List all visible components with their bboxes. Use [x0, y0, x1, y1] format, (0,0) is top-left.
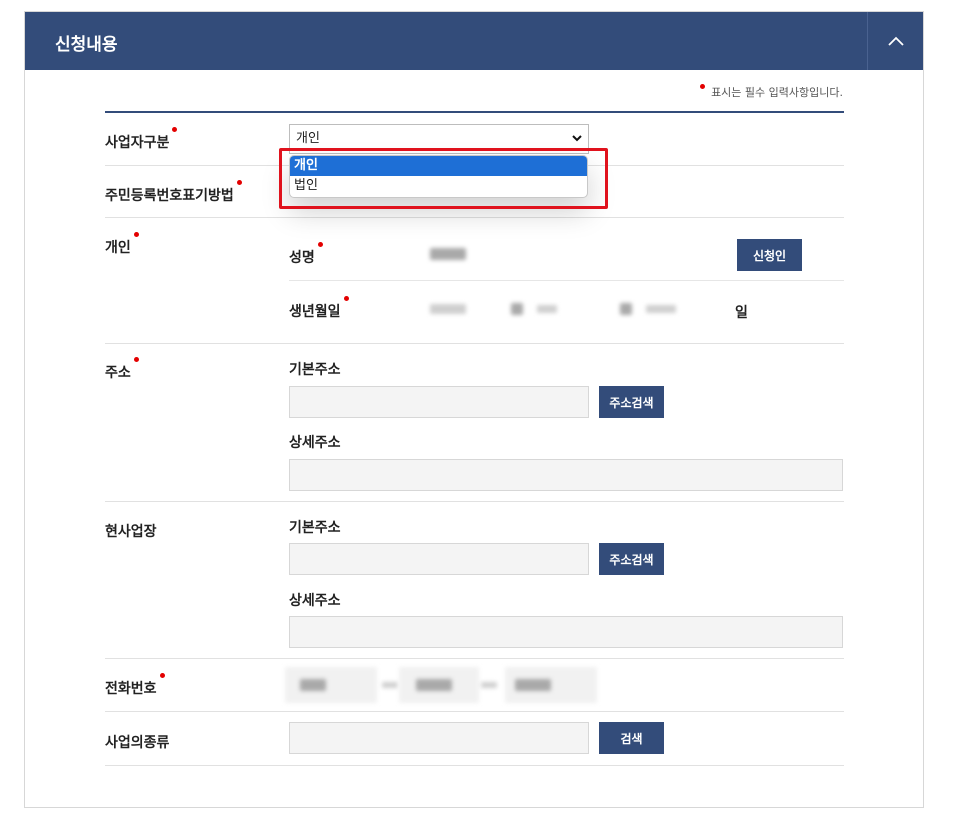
- address-label: 주소: [105, 357, 139, 382]
- dropdown-highlight-box: [279, 148, 608, 209]
- business-kind-search-button[interactable]: 검색: [599, 722, 664, 754]
- phone-part-1: [285, 667, 377, 703]
- panel-title: 신청내용: [55, 35, 118, 55]
- application-panel: 신청내용 표시는 필수 입력사항입니다. 사업자구분 개인 주민등록번호표기방법: [24, 11, 924, 808]
- business-type-label: 사업자구분: [105, 127, 178, 152]
- name-label: 성명: [289, 242, 323, 267]
- phone-dash-1: [382, 682, 398, 688]
- site-detail-address-input[interactable]: [289, 616, 843, 648]
- birth-day-value: [620, 303, 632, 315]
- site-address-search-button[interactable]: 주소검색: [599, 543, 664, 575]
- business-kind-label: 사업의종류: [105, 735, 170, 751]
- detail-address-label: 상세주소: [289, 435, 341, 451]
- phone-part-2-value: [416, 679, 452, 691]
- collapse-button[interactable]: [867, 12, 923, 70]
- birth-year-value: [430, 304, 466, 314]
- divider: [289, 280, 844, 281]
- birth-month-suffix: [537, 305, 557, 313]
- name-value: [430, 248, 466, 260]
- row-business-kind: 사업의종류 검색: [105, 712, 844, 766]
- panel-header: 신청내용: [25, 12, 923, 70]
- birth-month-value: [511, 303, 523, 315]
- chevron-down-icon: [572, 135, 582, 142]
- business-site-label: 현사업장: [105, 524, 157, 540]
- site-basic-address-input[interactable]: [289, 543, 589, 575]
- day-suffix: 일: [735, 305, 748, 321]
- birth-day-extra: [646, 305, 676, 313]
- basic-address-label: 기본주소: [289, 362, 341, 378]
- row-individual: 개인 성명 신청인 생년월일 일: [105, 218, 844, 344]
- birth-label: 생년월일: [289, 296, 349, 321]
- chevron-up-icon: [887, 36, 904, 46]
- phone-dash-2: [481, 682, 497, 688]
- business-kind-input[interactable]: [289, 722, 589, 754]
- phone-part-3-value: [515, 679, 551, 691]
- detail-address-input[interactable]: [289, 459, 843, 491]
- required-note: 표시는 필수 입력사항입니다.: [700, 84, 843, 100]
- row-address: 주소 기본주소 주소검색 상세주소: [105, 344, 844, 502]
- basic-address-input[interactable]: [289, 386, 589, 418]
- individual-label: 개인: [105, 232, 139, 257]
- row-phone: 전화번호: [105, 659, 844, 712]
- site-detail-address-label: 상세주소: [289, 593, 341, 609]
- resident-number-label: 주민등록번호표기방법: [105, 180, 242, 205]
- row-business-site: 현사업장 기본주소 주소검색 상세주소: [105, 502, 844, 659]
- form-table: 사업자구분 개인 주민등록번호표기방법 개인 성명 신청인 생년월일 일 주소 …: [105, 111, 844, 766]
- phone-part-1-value: [300, 679, 326, 691]
- applicant-button[interactable]: 신청인: [737, 239, 802, 271]
- phone-label: 전화번호: [105, 673, 165, 698]
- site-basic-address-label: 기본주소: [289, 520, 341, 536]
- required-dot: [700, 84, 706, 89]
- address-search-button[interactable]: 주소검색: [599, 386, 664, 418]
